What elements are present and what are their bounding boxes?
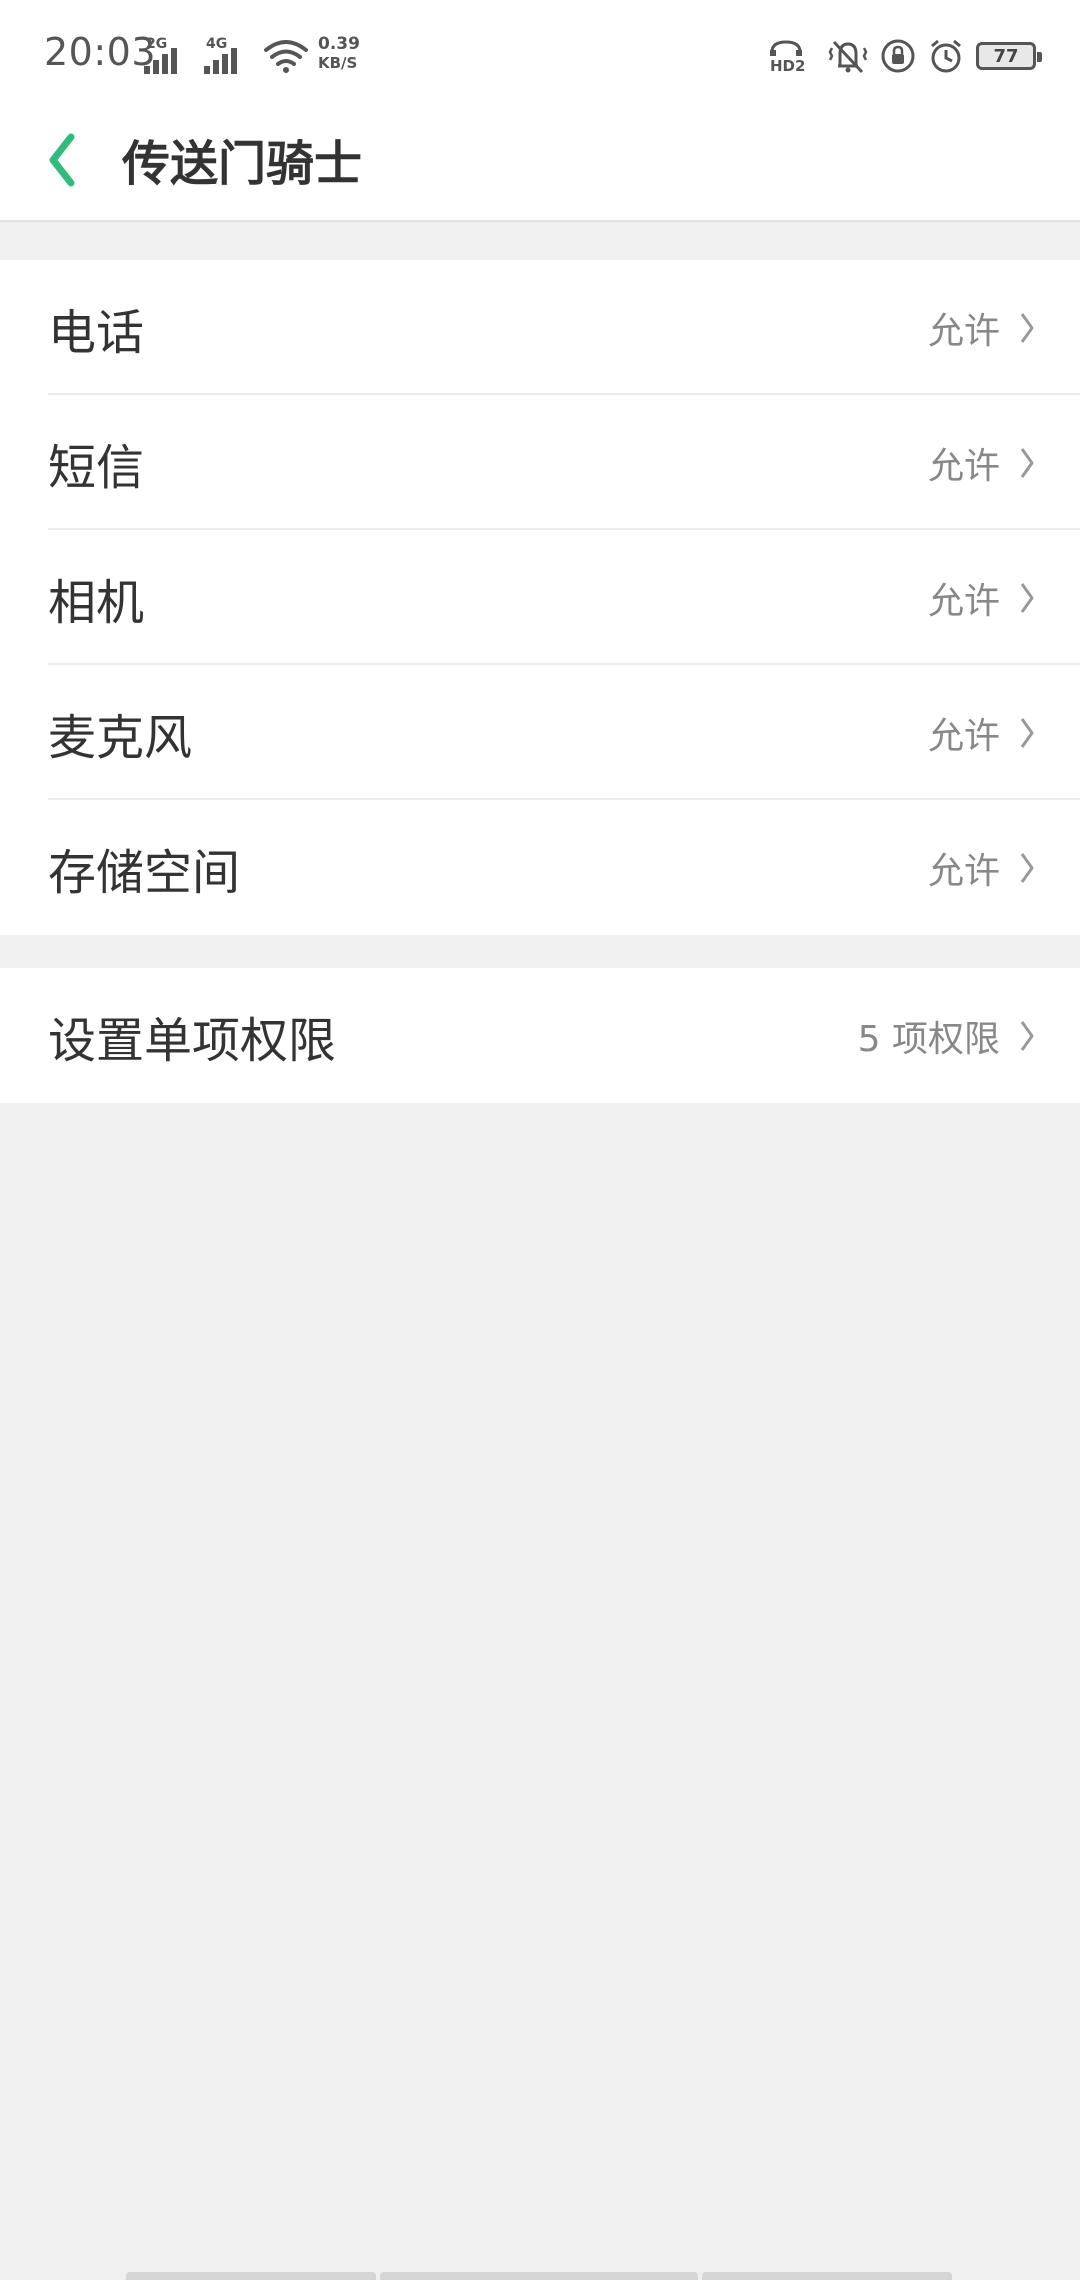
individual-permission-row[interactable]: 设置单项权限 5 项权限	[0, 968, 1080, 1103]
vibrate-icon	[828, 40, 868, 74]
permission-row-camera[interactable]: 相机 允许	[0, 530, 1080, 665]
permission-status: 允许	[927, 715, 1000, 757]
permission-label: 电话	[48, 304, 145, 361]
status-bar: 20:03 2G 4G 0.39 KB/S HD2 77	[0, 0, 1080, 110]
hd-voice-label: HD2	[770, 57, 805, 74]
chevron-right-icon	[1020, 312, 1034, 343]
chevron-right-icon	[1020, 1020, 1034, 1051]
page-title: 传送门骑士	[122, 136, 363, 192]
status-left-icons: 2G 4G 0.39 KB/S	[144, 34, 370, 74]
chevron-right-icon	[1020, 852, 1034, 883]
permission-list: 电话 允许 短信 允许 相机 允许 麦克风 允许 存储空间 允许	[0, 260, 1080, 935]
permission-label: 存储空间	[48, 844, 241, 901]
chevron-right-icon	[1020, 717, 1034, 748]
signal-4g-icon: 4G	[204, 36, 246, 74]
permission-status: 允许	[927, 310, 1000, 352]
net-speed: 0.39 KB/S	[318, 34, 370, 74]
chevron-left-icon	[49, 133, 75, 187]
app-header: 传送门骑士	[0, 110, 1080, 222]
wifi-icon	[264, 40, 308, 73]
chevron-right-icon	[1020, 582, 1034, 613]
permission-status: 允许	[927, 850, 1000, 892]
hd-voice-icon: HD2	[770, 40, 805, 74]
status-right-icons: HD2 77	[768, 36, 1042, 76]
permission-row-phone[interactable]: 电话 允许	[0, 260, 1080, 395]
permission-label: 短信	[48, 439, 145, 496]
permission-status: 允许	[927, 580, 1000, 622]
net-speed-value: 0.39	[318, 34, 360, 54]
individual-permission-count: 5 项权限	[857, 1018, 1000, 1060]
signal-2g-icon: 2G	[144, 36, 186, 74]
permission-row-microphone[interactable]: 麦克风 允许	[0, 665, 1080, 800]
net-speed-unit: KB/S	[318, 54, 358, 72]
individual-permission-group: 设置单项权限 5 项权限	[0, 968, 1080, 1103]
back-button[interactable]	[38, 124, 86, 196]
status-time: 20:03	[44, 30, 157, 74]
permission-status: 允许	[927, 445, 1000, 487]
battery-icon: 77	[976, 42, 1042, 70]
alarm-icon	[931, 39, 961, 73]
chevron-right-icon	[1020, 447, 1034, 478]
battery-level: 77	[993, 45, 1019, 67]
permission-row-storage[interactable]: 存储空间 允许	[0, 800, 1080, 935]
gesture-nav-bar[interactable]	[126, 2272, 952, 2280]
individual-permission-label: 设置单项权限	[48, 1012, 337, 1069]
permission-label: 相机	[48, 574, 145, 631]
permission-row-sms[interactable]: 短信 允许	[0, 395, 1080, 530]
permission-label: 麦克风	[48, 709, 193, 766]
rotation-lock-icon	[881, 39, 915, 73]
